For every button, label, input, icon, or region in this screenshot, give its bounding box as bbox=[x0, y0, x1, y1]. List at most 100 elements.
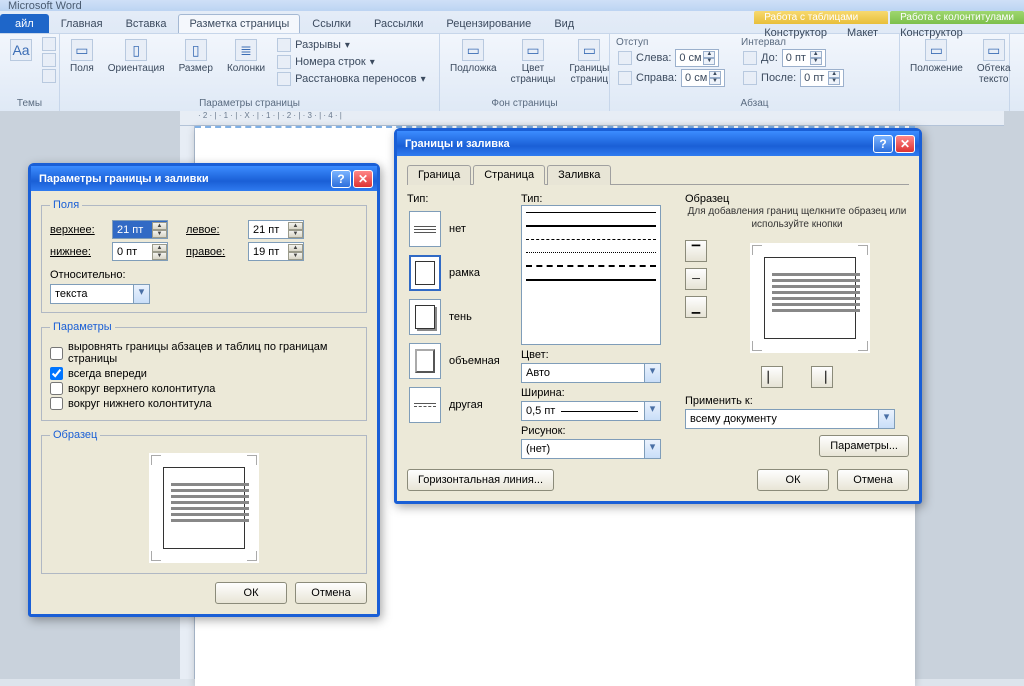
bs-edge-left[interactable]: ▏ bbox=[761, 366, 783, 388]
indent-left-icon bbox=[618, 51, 632, 65]
space-after-field[interactable]: 0 пт▲▼ bbox=[800, 69, 844, 87]
opt-titlebar[interactable]: Параметры границы и заливки ? ✕ bbox=[31, 166, 377, 191]
columns-button[interactable]: ≣Колонки bbox=[223, 37, 269, 76]
orientation-icon: ▯ bbox=[125, 39, 147, 61]
tab-home[interactable]: Главная bbox=[50, 14, 114, 33]
bs-art-combo[interactable]: (нет)▾ bbox=[521, 439, 661, 459]
bs-close-button[interactable]: ✕ bbox=[895, 135, 915, 153]
opt-top-label: верхнее: bbox=[50, 224, 106, 236]
position-icon: ▭ bbox=[925, 39, 947, 61]
watermark-button[interactable]: ▭Подложка bbox=[446, 37, 501, 76]
opt-chk-align[interactable]: выровнять границы абзацев и таблиц по гр… bbox=[50, 341, 358, 365]
bs-ok-button[interactable]: ОК bbox=[757, 469, 829, 491]
opt-bottom-label: нижнее: bbox=[50, 246, 106, 258]
bs-tab-border[interactable]: Граница bbox=[407, 165, 471, 185]
tab-insert[interactable]: Вставка bbox=[115, 14, 178, 33]
orientation-button[interactable]: ▯Ориентация bbox=[104, 37, 169, 76]
bs-hline-button[interactable]: Горизонтальная линия... bbox=[407, 469, 554, 491]
opt-bottom-field[interactable]: 0 пт▲▼ bbox=[112, 242, 168, 261]
bs-type-custom[interactable]: другая bbox=[407, 385, 507, 425]
breaks-button[interactable]: Разрывы ▾ bbox=[275, 37, 428, 53]
margins-icon: ▭ bbox=[71, 39, 93, 61]
theme-effects-icon[interactable] bbox=[42, 69, 56, 83]
tab-mailings[interactable]: Рассылки bbox=[363, 14, 434, 33]
bs-type-box[interactable]: рамка bbox=[407, 253, 507, 293]
bs-preview[interactable] bbox=[750, 243, 870, 353]
tab-review[interactable]: Рецензирование bbox=[435, 14, 542, 33]
size-button[interactable]: ▯Размер bbox=[175, 37, 217, 76]
wrap-button[interactable]: ▭Обтека тексто bbox=[973, 37, 1015, 87]
chevron-down-icon: ▾ bbox=[878, 410, 894, 428]
opt-close-button[interactable]: ✕ bbox=[353, 170, 373, 188]
group-page-bg: ▭Подложка ▭Цвет страницы ▭Границы страни… bbox=[440, 34, 610, 111]
opt-cancel-button[interactable]: Отмена bbox=[295, 582, 367, 604]
opt-params-fieldset: Параметры выровнять границы абзацев и та… bbox=[41, 321, 367, 421]
opt-right-field[interactable]: 19 пт▲▼ bbox=[248, 242, 304, 261]
opt-left-field[interactable]: 21 пт▲▼ bbox=[248, 220, 304, 239]
size-icon: ▯ bbox=[185, 39, 207, 61]
bs-edge-right[interactable]: ▕ bbox=[811, 366, 833, 388]
theme-fonts-icon[interactable] bbox=[42, 53, 56, 67]
opt-ok-button[interactable]: ОК bbox=[215, 582, 287, 604]
position-button[interactable]: ▭Положение bbox=[906, 37, 967, 76]
bs-apply-combo[interactable]: всему документу▾ bbox=[685, 409, 895, 429]
columns-icon: ≣ bbox=[235, 39, 257, 61]
group-paragraph: Отступ Слева:0 см▲▼ Справа:0 см▲▼ Интерв… bbox=[610, 34, 900, 111]
line-numbers-icon bbox=[277, 55, 291, 69]
bs-color-label: Цвет: bbox=[521, 349, 671, 361]
bs-tab-shading[interactable]: Заливка bbox=[547, 165, 611, 185]
bs-edge-mid-h[interactable]: ─ bbox=[685, 268, 707, 290]
bs-edge-bottom[interactable]: ▁ bbox=[685, 296, 707, 318]
bs-title: Границы и заливка bbox=[405, 138, 871, 150]
chevron-down-icon: ▾ bbox=[644, 364, 660, 382]
opt-top-field[interactable]: 21 пт▲▼ bbox=[112, 220, 168, 239]
space-before-field[interactable]: 0 пт▲▼ bbox=[782, 49, 826, 67]
opt-preview-fieldset: Образец bbox=[41, 429, 367, 574]
ruler-horizontal[interactable]: · 2 · | · 1 · | · X · | · 1 · | · 2 · | … bbox=[180, 111, 1004, 126]
bs-apply-label: Применить к: bbox=[685, 395, 909, 407]
bs-width-combo[interactable]: 0,5 пт▾ bbox=[521, 401, 661, 421]
theme-colors-icon[interactable] bbox=[42, 37, 56, 51]
app-title: Microsoft Word bbox=[8, 0, 82, 12]
opt-chk-header[interactable]: вокруг верхнего колонтитула bbox=[50, 382, 358, 395]
tab-view[interactable]: Вид bbox=[543, 14, 585, 33]
opt-relative-combo[interactable]: текста▾ bbox=[50, 284, 150, 304]
bs-tab-page[interactable]: Страница bbox=[473, 165, 545, 185]
bs-preview-label: Образец bbox=[685, 193, 909, 205]
page-color-button[interactable]: ▭Цвет страницы bbox=[507, 37, 560, 87]
tab-page-layout[interactable]: Разметка страницы bbox=[178, 14, 300, 33]
line-numbers-button[interactable]: Номера строк ▾ bbox=[275, 54, 428, 70]
bs-titlebar[interactable]: Границы и заливка ? ✕ bbox=[397, 131, 919, 156]
bs-help-button[interactable]: ? bbox=[873, 135, 893, 153]
bs-type-shadow[interactable]: тень bbox=[407, 297, 507, 337]
space-after-icon bbox=[743, 71, 757, 85]
bs-cancel-button[interactable]: Отмена bbox=[837, 469, 909, 491]
page-borders-button[interactable]: ▭Границы страниц bbox=[565, 37, 613, 87]
tab-file[interactable]: айл bbox=[0, 14, 49, 33]
space-before-icon bbox=[743, 51, 757, 65]
bs-options-button[interactable]: Параметры... bbox=[819, 435, 909, 457]
hyphenation-button[interactable]: Расстановка переносов ▾ bbox=[275, 71, 428, 87]
ribbon-tabs: айл Главная Вставка Разметка страницы Сс… bbox=[0, 11, 1024, 33]
opt-margins-legend: Поля bbox=[50, 199, 82, 211]
bs-color-combo[interactable]: Авто▾ bbox=[521, 363, 661, 383]
indent-left-field[interactable]: 0 см▲▼ bbox=[675, 49, 719, 67]
bs-type-none[interactable]: нет bbox=[407, 209, 507, 249]
themes-button[interactable]: Aa bbox=[6, 37, 36, 63]
page-borders-icon: ▭ bbox=[578, 39, 600, 61]
margins-button[interactable]: ▭Поля bbox=[66, 37, 98, 76]
group-themes: Aa Темы bbox=[0, 34, 60, 111]
bs-preview-hint: Для добавления границ щелкните образец и… bbox=[685, 205, 909, 231]
bs-edge-top[interactable]: ▔ bbox=[685, 240, 707, 262]
bs-style-list[interactable] bbox=[521, 205, 661, 345]
bs-type-3d[interactable]: объемная bbox=[407, 341, 507, 381]
opt-chk-footer[interactable]: вокруг нижнего колонтитула bbox=[50, 397, 358, 410]
opt-help-button[interactable]: ? bbox=[331, 170, 351, 188]
opt-preview bbox=[149, 453, 259, 563]
tab-references[interactable]: Ссылки bbox=[301, 14, 362, 33]
indent-right-field[interactable]: 0 см▲▼ bbox=[681, 69, 725, 87]
ribbon: айл Главная Вставка Разметка страницы Сс… bbox=[0, 11, 1024, 112]
opt-chk-front[interactable]: всегда впереди bbox=[50, 367, 358, 380]
bs-type-label: Тип: bbox=[407, 193, 507, 205]
bs-art-label: Рисунок: bbox=[521, 425, 671, 437]
